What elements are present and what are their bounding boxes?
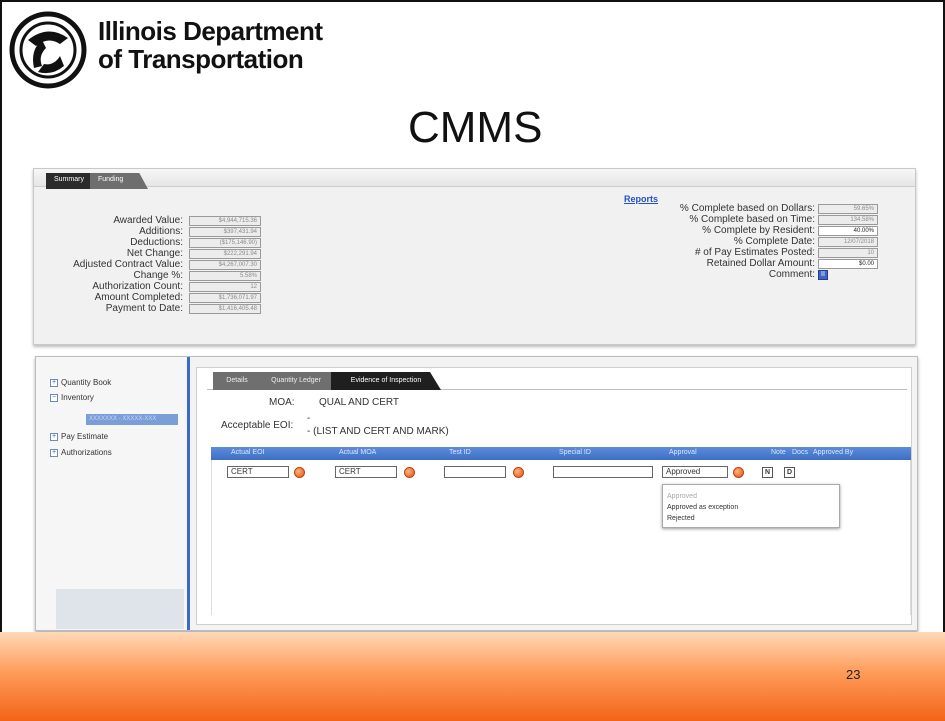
approval-option-exception[interactable]: Approved as exception [667,504,738,511]
tab-details[interactable]: Details [213,372,261,390]
comment-button[interactable]: II [818,270,828,280]
col-approved-by[interactable]: Approved By [813,449,853,456]
acceptable-eoi-label: Acceptable EOI: [221,420,294,431]
amount-completed-field: $1,736,071.97 [189,293,261,303]
detail-panel: + Quantity Book − Inventory XXXXXXX - XX… [35,356,918,631]
pay-estimates-posted-label: # of Pay Estimates Posted: [694,247,815,258]
tab-summary[interactable]: Summary [46,173,92,189]
slide-title: CMMS [408,103,543,152]
col-approval[interactable]: Approval [669,449,697,456]
expand-icon[interactable]: + [50,379,58,387]
pct-complete-resident-input[interactable]: 40.00% [818,226,878,236]
test-id-lookup-icon[interactable] [513,467,524,478]
footer-band [0,632,945,721]
retained-dollar-amount-label: Retained Dollar Amount: [706,258,815,269]
navigation-tree: + Quantity Book − Inventory XXXXXXX - XX… [36,357,186,630]
awarded-value-field: $4,944,715.36 [189,216,261,226]
payment-to-date-field: $1,416,405.48 [189,304,261,314]
pct-complete-date-field: 12/07/2018 [818,237,878,247]
deductions-label: Deductions: [130,237,183,248]
special-id-input[interactable] [553,466,653,478]
pct-complete-dollars-field: 59.65% [818,204,878,214]
deductions-field: ($175,146.90) [189,238,261,248]
comment-label: Comment: [768,269,815,280]
tree-footer-area [56,589,184,629]
authorization-count-field: 12 [189,282,261,292]
approval-option-approved[interactable]: Approved [667,493,697,500]
docs-button[interactable]: D [784,467,795,478]
test-id-input[interactable] [444,466,506,478]
approval-options-list: Approved Approved as exception Rejected [662,484,840,528]
col-special-id[interactable]: Special ID [559,449,591,456]
page-number: 23 [846,667,861,682]
amount-completed-label: Amount Completed: [94,292,183,303]
inspection-grid-header: Actual EOI Actual MOA Test ID Special ID… [211,447,911,460]
tree-item-quantity-book[interactable]: Quantity Book [61,378,111,387]
pct-complete-date-label: % Complete Date: [733,236,815,247]
acceptable-eoi-value-1: - [307,413,311,424]
actual-eoi-input[interactable]: CERT [227,466,289,478]
tree-item-selected[interactable]: XXXXXXX - XXXXX-XXX [86,414,178,425]
collapse-icon[interactable]: − [50,394,58,402]
expand-icon[interactable]: + [50,449,58,457]
col-actual-eoi[interactable]: Actual EOI [231,449,264,456]
additions-label: Additions: [139,226,183,237]
change-percent-label: Change %: [133,270,183,281]
col-test-id[interactable]: Test ID [449,449,471,456]
payment-to-date-label: Payment to Date: [105,303,183,314]
acceptable-eoi-value-2: - (LIST AND CERT AND MARK) [307,426,449,437]
actual-moa-lookup-icon[interactable] [404,467,415,478]
reports-link[interactable]: Reports [624,194,658,204]
detail-tabbar: Details Quantity Ledger Evidence of Insp… [207,372,907,390]
tab-evidence-of-inspection[interactable]: Evidence of Inspection [331,372,441,390]
adjusted-contract-value-label: Adjusted Contract Value: [73,259,183,270]
summary-panel: Summary Funding Reports Awarded Value: $… [33,168,916,345]
retained-dollar-amount-input[interactable]: $0.00 [818,259,878,269]
tab-quantity-ledger[interactable]: Quantity Ledger [261,372,331,390]
org-name-line1: Illinois Department [98,16,323,46]
col-docs[interactable]: Docs [792,449,808,456]
detail-main: Details Quantity Ledger Evidence of Insp… [196,367,912,625]
approval-option-rejected[interactable]: Rejected [667,515,695,522]
summary-tabbar: Summary Funding [34,169,915,189]
approval-select[interactable]: Approved [662,466,728,478]
net-change-label: Net Change: [126,248,183,259]
awarded-value-label: Awarded Value: [113,215,183,226]
pct-complete-time-field: 134.58% [818,215,878,225]
moa-value: QUAL AND CERT [319,397,400,408]
change-percent-field: 5.58% [189,271,261,281]
net-change-field: $222,291.94 [189,249,261,259]
col-actual-moa[interactable]: Actual MOA [339,449,376,456]
col-note[interactable]: Note [771,449,786,456]
expand-icon[interactable]: + [50,433,58,441]
pct-complete-time-label: % Complete based on Time: [689,214,815,225]
actual-moa-input[interactable]: CERT [335,466,397,478]
tab-funding[interactable]: Funding [90,173,148,189]
tree-item-inventory[interactable]: Inventory [61,393,94,402]
org-name-line2: of Transportation [98,44,304,74]
pay-estimates-posted-field: 10 [818,248,878,258]
note-button[interactable]: N [762,467,773,478]
tree-item-authorizations[interactable]: Authorizations [61,448,112,457]
adjusted-contract-value-field: $4,267,007.30 [189,260,261,270]
pct-complete-resident-label: % Complete by Resident: [702,225,815,236]
approval-dropdown-icon[interactable] [733,467,744,478]
tree-item-pay-estimate[interactable]: Pay Estimate [61,432,108,441]
panel-splitter[interactable] [187,357,190,630]
authorization-count-label: Authorization Count: [92,281,183,292]
pct-complete-dollars-label: % Complete based on Dollars: [679,203,815,214]
moa-label: MOA: [269,397,295,408]
additions-field: $397,431.94 [189,227,261,237]
actual-eoi-lookup-icon[interactable] [294,467,305,478]
idot-logo [9,11,87,89]
